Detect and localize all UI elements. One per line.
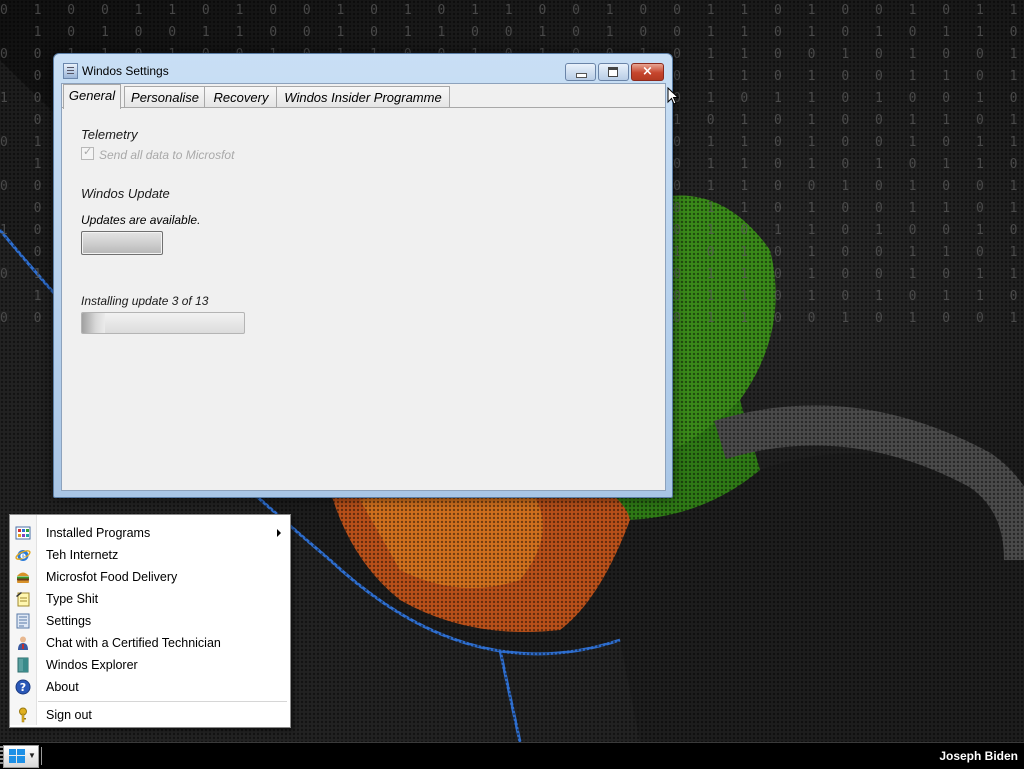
menu-item-type-shit[interactable]: Type Shit	[11, 588, 289, 610]
telemetry-heading: Telemetry	[81, 127, 138, 142]
mouse-cursor-icon	[667, 87, 679, 105]
key-icon	[19, 707, 27, 723]
window-title: Windos Settings	[82, 64, 169, 78]
tab-general[interactable]: General	[63, 84, 121, 109]
update-progress-bar	[81, 312, 245, 334]
minimize-icon	[576, 73, 587, 78]
close-button[interactable]: ×	[631, 63, 664, 81]
menu-item-label: Chat with a Certified Technician	[46, 636, 221, 650]
maximize-icon	[608, 67, 618, 77]
menu-item-chat-technician[interactable]: Chat with a Certified Technician	[11, 632, 289, 654]
menu-item-label: Settings	[46, 614, 92, 628]
start-menu: Installed Programs e Teh Internetz Micro…	[9, 514, 291, 728]
internet-explorer-icon: e	[15, 550, 31, 562]
tab-personalise[interactable]: Personalise	[124, 86, 206, 108]
window-client-area: General Personalise Recovery Windos Insi…	[61, 83, 666, 491]
windos-update-heading: Windos Update	[81, 186, 170, 201]
menu-item-label: About	[46, 680, 79, 694]
submenu-arrow-icon	[277, 529, 281, 537]
menu-item-label: Type Shit	[46, 592, 99, 606]
tab-insider-programme[interactable]: Windos Insider Programme	[276, 86, 450, 108]
send-data-checkbox[interactable]	[81, 145, 94, 160]
menu-item-label: Windos Explorer	[46, 658, 138, 672]
menu-item-sign-out[interactable]: Sign out	[11, 704, 289, 726]
tab-strip: General Personalise Recovery Windos Insi…	[62, 84, 665, 109]
close-icon: ×	[642, 64, 653, 79]
maximize-button[interactable]	[598, 63, 629, 81]
settings-window[interactable]: Windos Settings × General Personalise Re…	[53, 53, 673, 498]
svg-text:?: ?	[20, 681, 26, 694]
tab-divider	[62, 107, 665, 108]
settings-window-icon	[63, 63, 78, 79]
taskbar: ▼ Joseph Biden	[0, 742, 1024, 769]
settings-icon	[16, 613, 30, 629]
menu-item-label: Teh Internetz	[46, 548, 119, 562]
menu-item-settings[interactable]: Settings	[11, 610, 289, 632]
menu-item-windos-explorer[interactable]: Windos Explorer	[11, 654, 289, 676]
menu-item-food-delivery[interactable]: Microsfot Food Delivery	[11, 566, 289, 588]
windows-logo-icon	[9, 749, 25, 763]
menu-item-teh-internetz[interactable]: e Teh Internetz	[11, 544, 289, 566]
notepad-icon	[16, 592, 30, 607]
minimize-button[interactable]	[565, 63, 596, 81]
burger-icon	[17, 572, 29, 583]
update-status-text: Updates are available.	[81, 213, 201, 227]
update-progress-fill	[82, 313, 105, 333]
user-name[interactable]: Joseph Biden	[939, 749, 1018, 763]
menu-item-label: Sign out	[46, 708, 92, 722]
menu-separator	[38, 701, 287, 702]
install-progress-text: Installing update 3 of 13	[81, 294, 209, 308]
start-button[interactable]: ▼	[3, 745, 39, 768]
menu-item-installed-programs[interactable]: Installed Programs	[11, 522, 289, 544]
help-icon: ?	[15, 679, 31, 695]
technician-icon	[18, 636, 28, 650]
tab-recovery[interactable]: Recovery	[204, 86, 278, 108]
installed-programs-icon	[15, 526, 31, 540]
menu-item-label: Microsfot Food Delivery	[46, 570, 178, 584]
title-bar[interactable]: Windos Settings ×	[54, 54, 672, 84]
menu-item-about[interactable]: ? About	[11, 676, 289, 698]
svg-text:e: e	[20, 552, 26, 562]
chevron-down-icon: ▼	[28, 751, 36, 760]
explorer-icon	[17, 657, 29, 673]
install-updates-button[interactable]	[81, 231, 163, 255]
menu-item-label: Installed Programs	[46, 526, 151, 540]
send-data-label: Send all data to Microsfot	[99, 148, 235, 162]
taskbar-divider	[41, 747, 42, 765]
